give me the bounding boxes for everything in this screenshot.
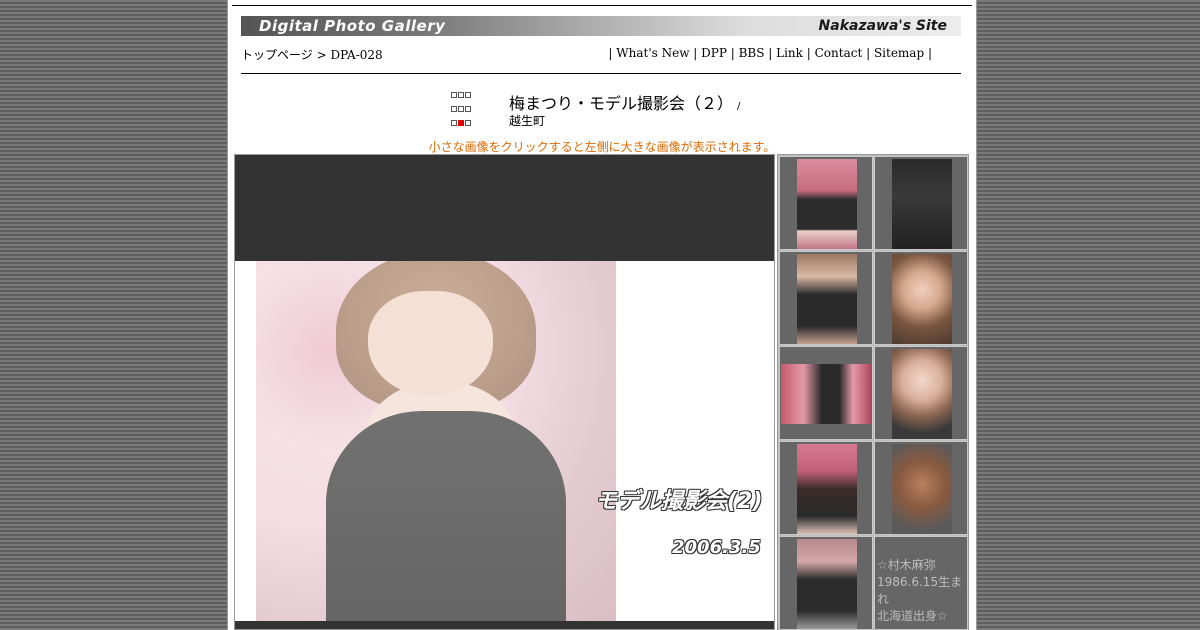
pager-cell[interactable]: [451, 106, 457, 112]
pager-cell[interactable]: [458, 92, 464, 98]
photo-caption-date: 2006.3.5: [672, 537, 761, 558]
main-image-frame: モデル撮影会(2) 2006.3.5: [235, 261, 774, 621]
thumbnail-cell: [779, 441, 873, 535]
thumbnail-grid: ☆村木麻弥 1986.6.15生まれ 北海道出身☆: [777, 154, 969, 630]
thumbnail-image[interactable]: [892, 349, 952, 439]
thumbnail-image[interactable]: [797, 539, 857, 629]
thumbnail-image[interactable]: [892, 444, 952, 534]
nav-whats-new-link[interactable]: | What's New |: [608, 46, 701, 60]
nav-link-link[interactable]: Link: [776, 46, 803, 60]
pager-cell[interactable]: [465, 106, 471, 112]
nav-dpp-link[interactable]: DPP: [701, 46, 727, 60]
gallery-title-text: 梅まつり・モデル撮影会（２）: [509, 94, 734, 113]
thumbnail-cell: [874, 251, 968, 345]
thumbnail-image[interactable]: [892, 159, 952, 249]
gallery-title: 梅まつり・モデル撮影会（２） /: [509, 90, 740, 114]
page-grid-indicator: [451, 88, 477, 130]
site-banner: Digital Photo Gallery Nakazawa's Site: [241, 16, 961, 36]
title-separator: /: [737, 101, 741, 112]
pager-cell[interactable]: [458, 106, 464, 112]
thumbnail-cell: [779, 346, 873, 440]
breadcrumb-separator: >: [312, 48, 331, 62]
breadcrumb-current: DPA-028: [330, 48, 383, 62]
pager-cell[interactable]: [465, 120, 471, 126]
gallery-location: 越生町: [509, 114, 546, 128]
thumbnail-cell: [779, 536, 873, 630]
thumbnail-image[interactable]: [797, 444, 857, 534]
nav-sitemap-link[interactable]: Sitemap: [874, 46, 924, 60]
thumbnail-cell: [874, 156, 968, 250]
photo-caption-title: モデル撮影会(2): [595, 489, 763, 514]
breadcrumb: トップページ > DPA-028: [241, 46, 383, 63]
instruction-text: 小さな画像をクリックすると左側に大きな画像が表示されます。: [428, 140, 776, 154]
nav-bbs-link[interactable]: BBS: [739, 46, 765, 60]
top-nav: | What's New | DPP | BBS | Link | Contac…: [608, 46, 932, 60]
model-birthdate: 1986.6.15生まれ: [877, 575, 963, 606]
nav-separator: |: [726, 46, 739, 60]
thumbnail-image[interactable]: [892, 254, 952, 344]
main-photo: [256, 261, 616, 621]
pager-cell-current[interactable]: [458, 120, 464, 126]
nav-contact-link[interactable]: Contact: [815, 46, 863, 60]
breadcrumb-home-link[interactable]: トップページ: [241, 48, 313, 62]
page-content: Digital Photo Gallery Nakazawa's Site トッ…: [227, 0, 977, 630]
header-divider: [241, 73, 961, 74]
pager-cell[interactable]: [465, 92, 471, 98]
thumbnail-cell: [779, 156, 873, 250]
model-profile: ☆村木麻弥 1986.6.15生まれ 北海道出身☆: [877, 557, 967, 625]
thumbnail-image[interactable]: [781, 364, 871, 424]
top-rule: [232, 5, 972, 6]
banner-site-name: Nakazawa's Site: [818, 18, 947, 34]
model-name: ☆村木麻弥: [877, 558, 936, 572]
thumbnail-cell: [779, 251, 873, 345]
nav-separator: |: [924, 46, 932, 60]
thumbnail-image[interactable]: [797, 254, 857, 344]
main-image-viewer: モデル撮影会(2) 2006.3.5: [234, 154, 775, 630]
thumbnail-cell: [874, 346, 968, 440]
thumbnail-image[interactable]: [797, 159, 857, 249]
nav-separator: |: [862, 46, 874, 60]
pager-cell[interactable]: [451, 120, 457, 126]
thumbnail-cell: [874, 441, 968, 535]
profile-cell: ☆村木麻弥 1986.6.15生まれ 北海道出身☆: [874, 536, 968, 630]
nav-separator: |: [802, 46, 815, 60]
pager-cell[interactable]: [451, 92, 457, 98]
nav-separator: |: [764, 46, 777, 60]
model-hometown: 北海道出身☆: [877, 609, 948, 623]
banner-title: Digital Photo Gallery: [259, 17, 446, 35]
